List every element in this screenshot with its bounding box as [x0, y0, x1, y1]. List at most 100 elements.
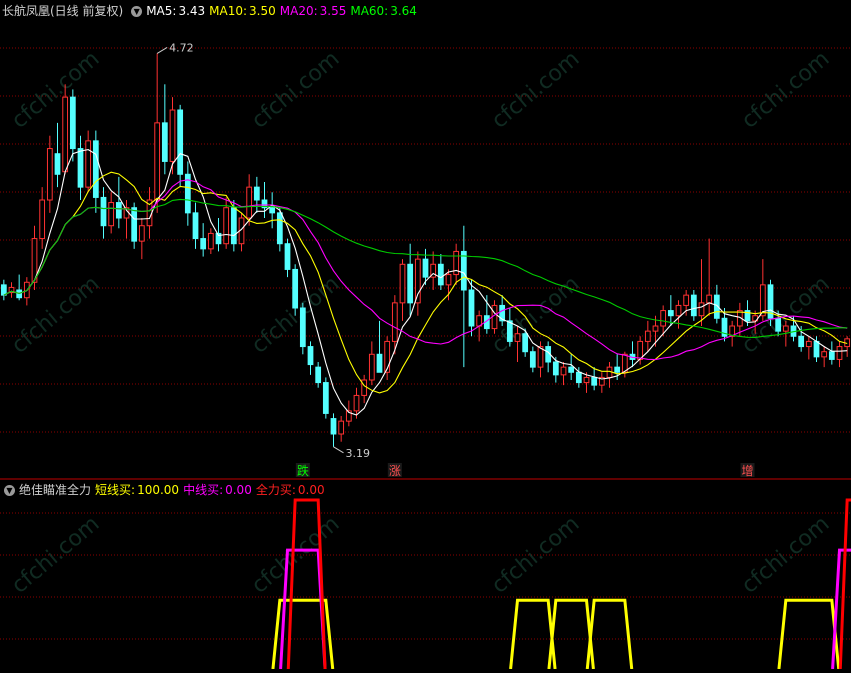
candle-body	[583, 376, 590, 384]
watermark-layer: cfchi.com cfchi.com cfchi.com cfchi.com cfch…	[7, 46, 834, 598]
candle-body	[407, 263, 414, 304]
chart-stage: cfchi.com cfchi.com cfchi.com cfchi.com cfch…	[0, 0, 851, 670]
candle-body	[522, 333, 529, 353]
candle-body	[108, 202, 115, 227]
candle-body	[575, 371, 582, 384]
candle-body	[552, 361, 559, 376]
candle-body	[54, 153, 61, 175]
candle-body	[813, 340, 820, 358]
candle-body	[338, 420, 345, 435]
short-buy-value: 100.00	[137, 483, 180, 497]
indicator-pulse-short	[585, 598, 634, 670]
candle-body	[414, 258, 421, 304]
candle-body	[667, 310, 674, 317]
signal-label: 跌	[297, 463, 309, 478]
candle-body	[169, 109, 176, 162]
candle-body	[161, 122, 168, 162]
candle-body	[821, 351, 828, 358]
kline-chart-svg: cfchi.com cfchi.com cfchi.com cfchi.com cfch…	[0, 41, 851, 670]
candle-body	[828, 351, 835, 360]
candle-body	[115, 202, 122, 219]
circle-dropdown-icon[interactable]: ▼	[4, 484, 15, 496]
stock-title: 长航凤凰(日线 前复权)	[2, 4, 124, 18]
candle-body	[836, 346, 843, 360]
candle-body	[223, 207, 230, 245]
candle-body	[706, 294, 713, 304]
candle-body	[529, 351, 536, 368]
grid-lines	[0, 47, 851, 640]
candle-body	[253, 186, 260, 201]
indicator-pulse-mid	[279, 548, 327, 670]
ma5-label: MA5:	[146, 4, 177, 18]
circle-dropdown-icon[interactable]: ▼	[131, 5, 143, 17]
mid-buy-value: 0.00	[225, 483, 252, 497]
candle-body	[39, 199, 46, 240]
low-price-pointer	[333, 446, 344, 454]
candle-body	[77, 148, 84, 188]
candles-layer	[0, 53, 851, 447]
candle-body	[92, 140, 99, 198]
candle-body	[131, 207, 138, 242]
watermark-text: cfchi.com	[737, 46, 834, 133]
candle-body	[353, 394, 360, 412]
candle-body	[376, 353, 383, 373]
signal-labels-layer: 跌涨增	[295, 463, 755, 478]
candle-body	[322, 382, 329, 414]
indicator-pulse-short	[509, 598, 557, 670]
candle-body	[138, 225, 145, 242]
candle-body	[775, 317, 782, 332]
candle-body	[192, 212, 199, 240]
candle-body	[307, 346, 314, 366]
candle-body	[468, 289, 475, 327]
candle-body	[644, 330, 651, 342]
candle-body	[154, 122, 161, 201]
indicator-pulse-short	[547, 598, 595, 670]
candle-body	[85, 140, 92, 188]
candle-body	[798, 335, 805, 348]
ma10-value: 3.50	[249, 4, 276, 18]
candle-body	[652, 325, 659, 332]
candle-body	[445, 274, 452, 286]
candle-body	[805, 340, 812, 348]
candle-body	[675, 304, 682, 317]
short-buy-label: 短线买:	[95, 483, 136, 497]
candle-body	[437, 263, 444, 286]
candle-body	[177, 109, 184, 175]
signal-label: 增	[741, 464, 753, 478]
candle-body	[591, 376, 598, 386]
candle-body	[100, 196, 107, 227]
watermark-text: cfchi.com	[7, 46, 104, 133]
candle-body	[614, 366, 621, 373]
candle-body	[683, 294, 690, 306]
candle-body	[514, 333, 521, 342]
watermark-text: cfchi.com	[247, 46, 344, 133]
signal-label: 涨	[389, 463, 401, 478]
ma60-value: 3.64	[390, 4, 417, 18]
candle-body	[46, 148, 53, 201]
candle-body	[460, 250, 467, 291]
candle-body	[391, 302, 398, 342]
high-price-label: 4.72	[169, 41, 194, 54]
indicator-title: 绝佳瞄准全力	[19, 483, 92, 497]
full-buy-value: 0.00	[297, 483, 325, 497]
ma20-value: 3.55	[319, 4, 347, 18]
mid-buy-label: 中线买:	[183, 483, 224, 497]
candle-body	[506, 320, 513, 342]
main-chart-header: 长航凤凰(日线 前复权) ▼ MA5: 3.43 MA10: 3.50 MA20…	[0, 2, 421, 20]
ma5-value: 3.43	[178, 4, 206, 18]
candle-body	[292, 268, 299, 309]
candle-body	[284, 243, 291, 270]
watermark-text: cfchi.com	[487, 46, 584, 133]
candle-body	[422, 258, 429, 278]
candle-body	[782, 325, 789, 332]
ma20-label: MA20:	[279, 4, 318, 18]
candle-body	[0, 284, 7, 296]
moving-averages-layer	[3, 149, 848, 416]
candle-body	[568, 366, 575, 373]
full-buy-label: 全力买:	[255, 483, 296, 497]
candle-body	[368, 353, 375, 381]
candle-body	[207, 232, 214, 250]
watermark-text: cfchi.com	[7, 271, 104, 358]
candle-body	[560, 366, 567, 376]
indicator-pulse-full	[838, 498, 851, 670]
